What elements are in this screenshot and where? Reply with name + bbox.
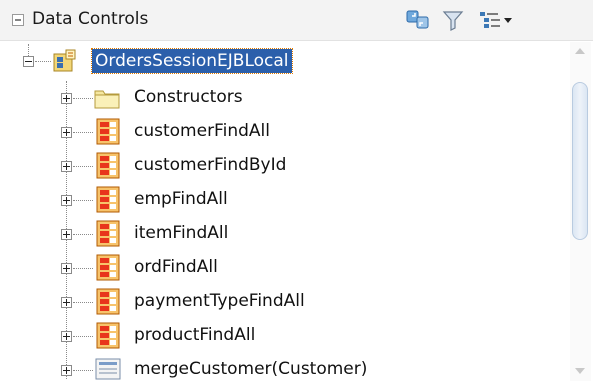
tree-node-customerFindAll[interactable]: customerFindAll xyxy=(0,115,568,149)
collection-icon xyxy=(96,118,120,145)
tree-node-label: customerFindById xyxy=(134,155,287,175)
scroll-down-icon[interactable] xyxy=(575,368,585,374)
scrollbar-thumb[interactable] xyxy=(572,82,588,240)
tree-connector xyxy=(73,98,93,99)
tree-node-paymentTypeFindAll[interactable]: paymentTypeFindAll xyxy=(0,285,568,319)
tree-options-icon[interactable] xyxy=(478,8,518,32)
tree-node-mergeCustomer[interactable]: mergeCustomer(Customer) xyxy=(0,353,568,383)
tree-node-label: empFindAll xyxy=(134,189,228,209)
tree-connector xyxy=(35,61,51,62)
expand-node-icon[interactable] xyxy=(61,161,72,172)
expand-node-icon[interactable] xyxy=(61,331,72,342)
expand-node-icon[interactable] xyxy=(61,365,72,376)
tree-node-productFindAll[interactable]: productFindAll xyxy=(0,319,568,353)
tree-connector xyxy=(73,370,93,371)
expand-node-icon[interactable] xyxy=(61,195,72,206)
panel-header: Data Controls xyxy=(0,0,593,41)
folder-icon xyxy=(94,90,120,109)
tree-connector xyxy=(73,234,93,235)
expand-node-icon[interactable] xyxy=(61,127,72,138)
tree-node-constructors[interactable]: Constructors xyxy=(0,81,568,115)
tree-node-itemFindAll[interactable]: itemFindAll xyxy=(0,217,568,251)
collection-icon xyxy=(96,220,120,247)
tree-node-root[interactable]: OrdersSessionEJBLocal xyxy=(0,44,568,78)
refresh-icon[interactable] xyxy=(405,8,431,32)
tree-connector xyxy=(73,200,93,201)
tree-connector xyxy=(73,302,93,303)
tree-connector xyxy=(73,166,93,167)
tree-node-label: productFindAll xyxy=(134,325,256,345)
tree-node-label[interactable]: OrdersSessionEJBLocal xyxy=(91,48,293,74)
collapse-panel-icon[interactable] xyxy=(10,12,26,28)
tree-node-label: Constructors xyxy=(134,87,243,107)
tree-connector xyxy=(73,336,93,337)
collapse-node-icon[interactable] xyxy=(23,56,34,67)
collection-icon xyxy=(96,322,120,349)
tree-node-label: paymentTypeFindAll xyxy=(134,291,305,311)
collection-icon xyxy=(96,186,120,213)
method-icon xyxy=(95,358,121,380)
data-controls-panel: Data Controls OrdersSessionEJBLocal Cons… xyxy=(0,0,593,383)
tree-node-label: ordFindAll xyxy=(134,257,218,277)
session-bean-icon xyxy=(53,49,76,72)
expand-node-icon[interactable] xyxy=(61,229,72,240)
collection-icon xyxy=(96,254,120,281)
tree-node-label: mergeCustomer(Customer) xyxy=(134,359,368,379)
panel-title: Data Controls xyxy=(32,9,149,29)
tree-node-label: customerFindAll xyxy=(134,121,270,141)
tree-node-customerFindById[interactable]: customerFindById xyxy=(0,149,568,183)
chevron-down-icon xyxy=(504,18,512,23)
tree-connector xyxy=(73,132,93,133)
scroll-up-icon[interactable] xyxy=(575,48,585,54)
expand-node-icon[interactable] xyxy=(61,263,72,274)
filter-icon[interactable] xyxy=(442,8,464,32)
tree-node-label: itemFindAll xyxy=(134,223,229,243)
collection-icon xyxy=(96,152,120,179)
data-controls-tree: OrdersSessionEJBLocal Constructors custo… xyxy=(0,44,568,383)
tree-node-ordFindAll[interactable]: ordFindAll xyxy=(0,251,568,285)
vertical-scrollbar[interactable] xyxy=(570,42,591,381)
expand-node-icon[interactable] xyxy=(61,93,72,104)
tree-connector xyxy=(73,268,93,269)
collection-icon xyxy=(96,288,120,315)
tree-node-empFindAll[interactable]: empFindAll xyxy=(0,183,568,217)
expand-node-icon[interactable] xyxy=(61,297,72,308)
